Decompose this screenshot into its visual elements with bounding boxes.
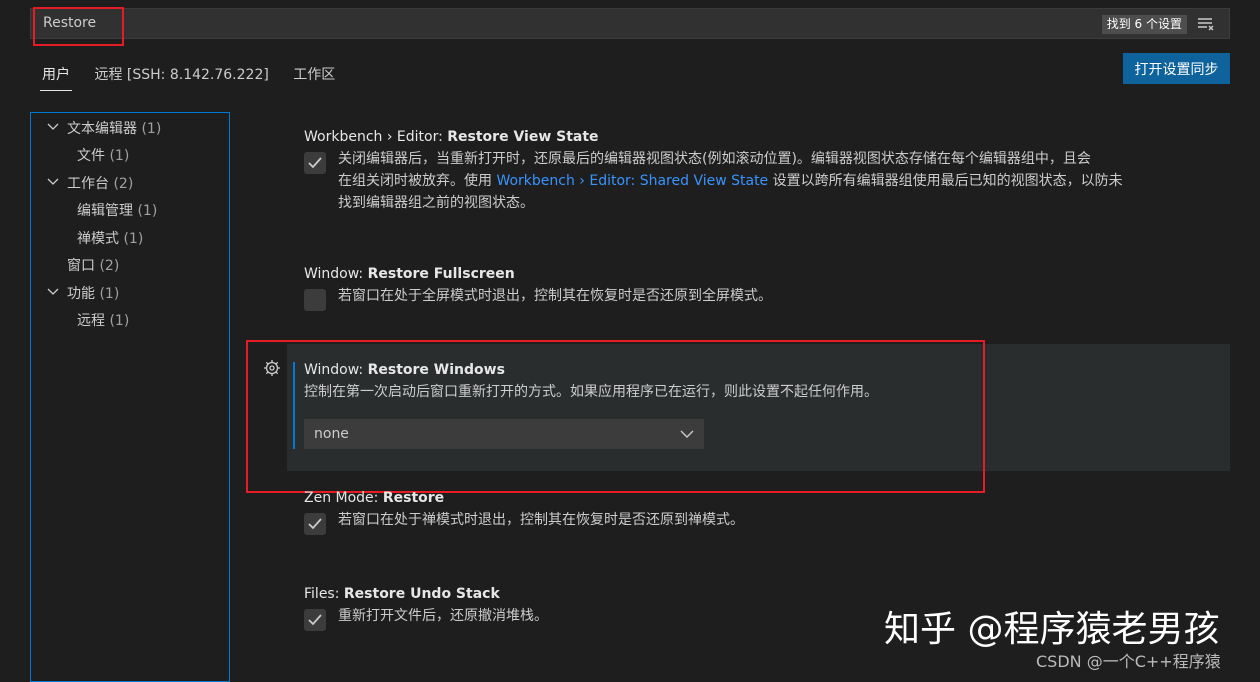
toc-count: (1) <box>137 203 158 219</box>
desc-text: 设置以跨所有编辑器组使用最后已知的视图状态，以防未 <box>768 173 1123 189</box>
check-icon <box>308 614 322 626</box>
restore-view-state-checkbox[interactable] <box>304 152 326 174</box>
shared-view-state-link[interactable]: Workbench › Editor: Shared View State <box>496 173 768 189</box>
toc-label: 文件 <box>77 148 105 164</box>
chevron-down-icon[interactable] <box>47 288 59 296</box>
toc-item-window[interactable]: 窗口 (2) <box>67 255 119 275</box>
toc-item-zen-mode[interactable]: 禅模式 (1) <box>77 228 143 248</box>
tab-remote[interactable]: 远程 [SSH: 8.142.76.222] <box>92 62 270 90</box>
desc-line: 找到编辑器组之前的视图状态。 <box>338 195 534 211</box>
setting-description: 若窗口在处于禅模式时退出，控制其在恢复时是否还原到禅模式。 <box>338 512 744 528</box>
setting-name: Restore Fullscreen <box>367 266 515 282</box>
toc-item-files[interactable]: 文件 (1) <box>77 145 129 165</box>
toc-count: (2) <box>113 176 134 192</box>
settings-scope-tabs: 用户 远程 [SSH: 8.142.76.222] 工作区 <box>40 62 353 91</box>
toc-label: 文本编辑器 <box>67 121 137 137</box>
toc-label: 禅模式 <box>77 231 119 247</box>
check-icon <box>308 157 322 169</box>
toc-item-text-editor[interactable]: 文本编辑器 (1) <box>67 118 161 138</box>
settings-search-bar: 找到 6 个设置 <box>30 8 1230 39</box>
setting-title: Workbench › Editor: Restore View State <box>304 129 1224 145</box>
chevron-down-icon[interactable] <box>47 123 59 131</box>
toc-count: (1) <box>141 121 162 137</box>
setting-description: 若窗口在处于全屏模式时退出，控制其在恢复时是否还原到全屏模式。 <box>338 288 772 304</box>
toc-label: 编辑管理 <box>77 203 133 219</box>
toc-item-workbench[interactable]: 工作台 (2) <box>67 173 133 193</box>
setting-title: Zen Mode: Restore <box>304 490 1224 506</box>
toc-label: 远程 <box>77 313 105 329</box>
watermark-csdn: CSDN @一个C++程序猿 <box>1036 652 1221 671</box>
check-icon <box>308 518 322 530</box>
tab-workspace[interactable]: 工作区 <box>291 62 337 90</box>
desc-line: 关闭编辑器后，当重新打开时，还原最后的编辑器视图状态(例如滚动位置)。编辑器视图… <box>338 151 1091 167</box>
toc-count: (2) <box>99 258 120 274</box>
desc-line: 在组关闭时被放弃。使用 Workbench › Editor: Shared V… <box>338 170 1224 192</box>
clear-filter-icon[interactable] <box>1197 16 1215 32</box>
toc-count: (1) <box>99 286 120 302</box>
setting-title: Window: Restore Fullscreen <box>304 266 1224 282</box>
highlight-box <box>246 340 985 493</box>
setting-name: Restore Undo Stack <box>343 586 500 602</box>
restore-fullscreen-checkbox[interactable] <box>304 289 326 311</box>
chevron-down-icon[interactable] <box>47 178 59 186</box>
zen-restore-checkbox[interactable] <box>304 513 326 535</box>
toc-item-features[interactable]: 功能 (1) <box>67 283 119 303</box>
toc-label: 窗口 <box>67 258 95 274</box>
toc-item-remote[interactable]: 远程 (1) <box>77 310 129 330</box>
setting-name: Restore <box>382 490 445 506</box>
setting-category: Files: <box>304 586 344 602</box>
settings-sync-button[interactable]: 打开设置同步 <box>1123 53 1230 84</box>
setting-description: 关闭编辑器后，当重新打开时，还原最后的编辑器视图状态(例如滚动位置)。编辑器视图… <box>304 148 1224 214</box>
toc-item-editor-management[interactable]: 编辑管理 (1) <box>77 200 157 220</box>
watermark-zhihu: 知乎 @程序猿老男孩 <box>884 609 1220 650</box>
toc-count: (1) <box>109 313 130 329</box>
setting-category: Zen Mode: <box>304 490 383 506</box>
setting-category: Window: <box>304 266 368 282</box>
setting-name: Restore View State <box>447 129 599 145</box>
toc-label: 功能 <box>67 286 95 302</box>
search-highlight-box <box>33 7 124 46</box>
setting-restore-fullscreen: Window: Restore Fullscreen 若窗口在处于全屏模式时退出… <box>304 266 1224 307</box>
desc-text: 在组关闭时被放弃。使用 <box>338 173 497 189</box>
settings-toc: 文本编辑器 (1) 文件 (1) 工作台 (2) 编辑管理 (1) 禅模式 (1… <box>30 112 230 682</box>
setting-category: Workbench › Editor: <box>304 129 448 145</box>
tab-user[interactable]: 用户 <box>40 62 72 91</box>
setting-zen-restore: Zen Mode: Restore 若窗口在处于禅模式时退出，控制其在恢复时是否… <box>304 490 1224 531</box>
toc-count: (1) <box>123 231 144 247</box>
toc-label: 工作台 <box>67 176 109 192</box>
result-count-badge: 找到 6 个设置 <box>1101 15 1187 34</box>
restore-undo-stack-checkbox[interactable] <box>304 609 326 631</box>
toc-count: (1) <box>109 148 130 164</box>
setting-restore-view-state: Workbench › Editor: Restore View State 关… <box>304 129 1224 214</box>
